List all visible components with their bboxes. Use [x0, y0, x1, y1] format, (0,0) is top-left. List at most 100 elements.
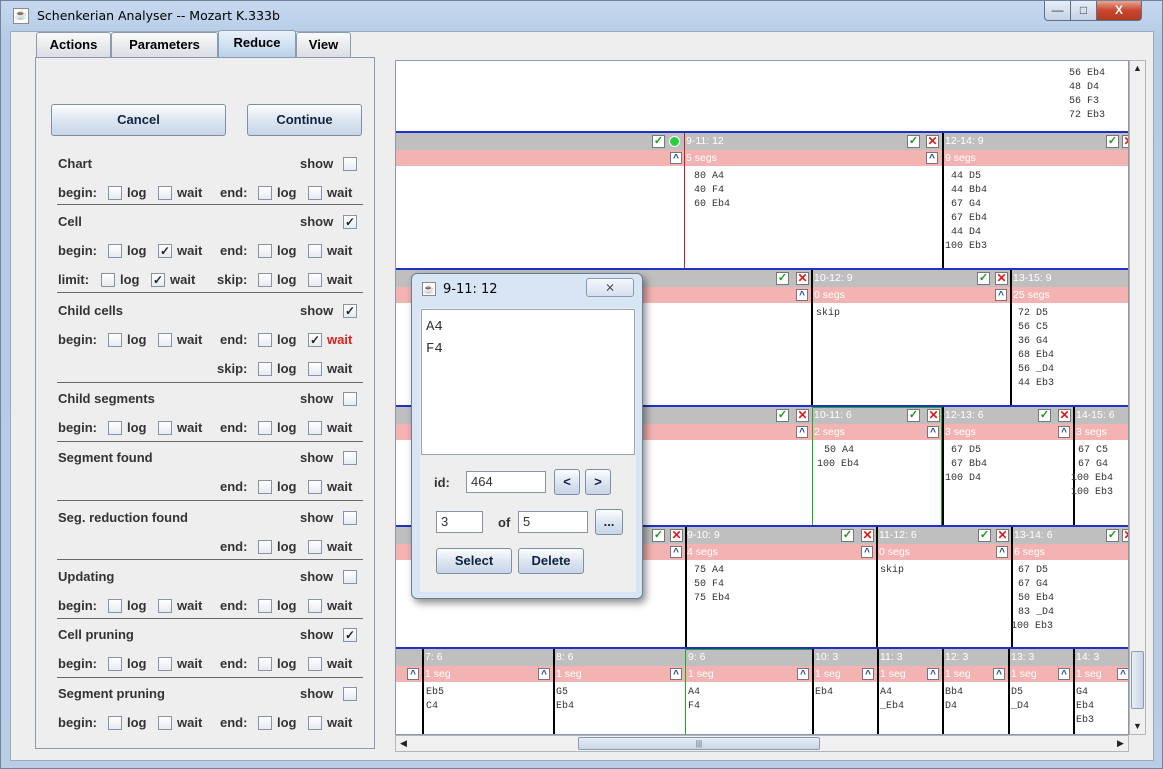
previous-button[interactable]: < [554, 469, 580, 495]
accept-check-icon[interactable]: ✓ [978, 529, 991, 542]
accept-check-icon[interactable]: ✓ [977, 272, 990, 285]
expand-up-icon[interactable]: ^ [670, 668, 682, 680]
reject-x-icon[interactable]: ✕ [1122, 529, 1128, 542]
maximize-button[interactable]: □ [1070, 1, 1097, 21]
index-input[interactable]: 3 [436, 511, 483, 533]
tab-view[interactable]: View [296, 32, 351, 57]
child-cells-skip-log-checkbox[interactable] [258, 362, 272, 376]
chart-show-checkbox[interactable] [343, 157, 357, 171]
expand-up-icon[interactable]: ^ [796, 426, 808, 438]
more-button[interactable]: ... [595, 509, 623, 535]
expand-up-icon[interactable]: ^ [407, 668, 419, 680]
updating-end-wait-checkbox[interactable] [308, 599, 322, 613]
title-bar[interactable]: ☕ Schenkerian Analyser -- Mozart K.333b … [1, 1, 1162, 31]
segment-pruning-end-log-checkbox[interactable] [258, 716, 272, 730]
child-cells-end-wait-checkbox[interactable]: ✓ [308, 333, 322, 347]
cell-skip-log-checkbox[interactable] [258, 273, 272, 287]
seg-reduction-end-wait-checkbox[interactable] [308, 540, 322, 554]
expand-up-icon[interactable]: ^ [995, 289, 1007, 301]
cell-pruning-end-wait-checkbox[interactable] [308, 657, 322, 671]
dialog-close-button[interactable]: ⨯ [586, 278, 634, 297]
reject-x-icon[interactable]: ✕ [796, 272, 809, 285]
segment-pruning-begin-log-checkbox[interactable] [108, 716, 122, 730]
accept-check-icon[interactable]: ✓ [652, 529, 665, 542]
reject-x-icon[interactable]: ✕ [996, 529, 1009, 542]
vertical-scroll-thumb[interactable] [1131, 651, 1144, 709]
expand-up-icon[interactable]: ^ [993, 668, 1005, 680]
child-cells-show-checkbox[interactable]: ✓ [343, 304, 357, 318]
reject-x-icon[interactable]: ✕ [861, 529, 874, 542]
segment-found-end-log-checkbox[interactable] [258, 480, 272, 494]
expand-up-icon[interactable]: ^ [926, 152, 938, 164]
delete-button[interactable]: Delete [518, 548, 584, 574]
accept-check-icon[interactable]: ✓ [776, 409, 789, 422]
reject-x-icon[interactable]: ✕ [927, 409, 940, 422]
cell-end-wait-checkbox[interactable] [308, 244, 322, 258]
updating-begin-wait-checkbox[interactable] [158, 599, 172, 613]
accept-check-icon[interactable]: ✓ [652, 135, 665, 148]
cell-end-log-checkbox[interactable] [258, 244, 272, 258]
chart-end-log-checkbox[interactable] [258, 186, 272, 200]
segment-pruning-begin-wait-checkbox[interactable] [158, 716, 172, 730]
updating-end-log-checkbox[interactable] [258, 599, 272, 613]
expand-up-icon[interactable]: ^ [670, 152, 682, 164]
cancel-button[interactable]: Cancel [51, 104, 226, 136]
expand-up-icon[interactable]: ^ [538, 668, 550, 680]
expand-up-icon[interactable]: ^ [1058, 668, 1070, 680]
vertical-scrollbar[interactable]: ▲ ▼ [1129, 60, 1146, 735]
reject-x-icon[interactable]: ✕ [1058, 409, 1071, 422]
child-segments-show-checkbox[interactable] [343, 392, 357, 406]
accept-check-icon[interactable]: ✓ [776, 272, 789, 285]
expand-up-icon[interactable]: ^ [797, 668, 809, 680]
child-segments-begin-wait-checkbox[interactable] [158, 421, 172, 435]
reject-x-icon[interactable]: ✕ [796, 409, 809, 422]
child-cells-begin-wait-checkbox[interactable] [158, 333, 172, 347]
expand-up-icon[interactable]: ^ [796, 289, 808, 301]
total-input[interactable]: 5 [518, 511, 588, 533]
cell-limit-wait-checkbox[interactable]: ✓ [151, 273, 165, 287]
child-cells-end-log-checkbox[interactable] [258, 333, 272, 347]
expand-up-icon[interactable]: ^ [927, 426, 939, 438]
segment-found-show-checkbox[interactable] [343, 451, 357, 465]
tab-parameters[interactable]: Parameters [111, 32, 218, 57]
child-cells-begin-log-checkbox[interactable] [108, 333, 122, 347]
cell-begin-wait-checkbox[interactable]: ✓ [158, 244, 172, 258]
child-cells-skip-wait-checkbox[interactable] [308, 362, 322, 376]
seg-reduction-show-checkbox[interactable] [343, 511, 357, 525]
segment-dialog[interactable]: ☕ 9-11: 12 ⨯ A4 F4 id: 464 < > 3 of 5 ..… [411, 273, 643, 599]
accept-check-icon[interactable]: ✓ [841, 529, 854, 542]
expand-up-icon[interactable]: ^ [996, 546, 1008, 558]
reject-x-icon[interactable]: ✕ [926, 135, 939, 148]
expand-up-icon[interactable]: ^ [862, 668, 874, 680]
scroll-left-arrow-icon[interactable]: ◀ [396, 736, 411, 751]
close-button[interactable]: X [1096, 1, 1142, 21]
chart-end-wait-checkbox[interactable] [308, 186, 322, 200]
updating-show-checkbox[interactable] [343, 570, 357, 584]
accept-check-icon[interactable]: ✓ [907, 135, 920, 148]
accept-check-icon[interactable]: ✓ [1106, 529, 1119, 542]
segment-notes-textarea[interactable]: A4 F4 [421, 309, 635, 455]
scroll-right-arrow-icon[interactable]: ▶ [1113, 736, 1128, 751]
next-button[interactable]: > [585, 469, 611, 495]
expand-up-icon[interactable]: ^ [1117, 668, 1128, 680]
cell-limit-log-checkbox[interactable] [101, 273, 115, 287]
segment-pruning-show-checkbox[interactable] [343, 687, 357, 701]
expand-up-icon[interactable]: ^ [670, 546, 682, 558]
expand-up-icon[interactable]: ^ [861, 546, 873, 558]
child-segments-begin-log-checkbox[interactable] [108, 421, 122, 435]
reject-x-icon[interactable]: ✕ [995, 272, 1008, 285]
accept-check-icon[interactable]: ✓ [1038, 409, 1051, 422]
horizontal-scrollbar[interactable]: ◀ ||| ▶ [395, 735, 1129, 752]
reject-x-icon[interactable]: ✕ [670, 529, 683, 542]
cell-pruning-begin-wait-checkbox[interactable] [158, 657, 172, 671]
cell-show-checkbox[interactable]: ✓ [343, 215, 357, 229]
seg-reduction-end-log-checkbox[interactable] [258, 540, 272, 554]
horizontal-scroll-thumb[interactable]: ||| [578, 737, 820, 750]
accept-check-icon[interactable]: ✓ [907, 409, 920, 422]
expand-up-icon[interactable]: ^ [927, 668, 939, 680]
scroll-down-arrow-icon[interactable]: ▼ [1130, 719, 1145, 734]
chart-begin-wait-checkbox[interactable] [158, 186, 172, 200]
tab-actions[interactable]: Actions [36, 32, 111, 57]
reject-x-icon[interactable]: ✕ [1122, 135, 1128, 148]
cell-pruning-begin-log-checkbox[interactable] [108, 657, 122, 671]
